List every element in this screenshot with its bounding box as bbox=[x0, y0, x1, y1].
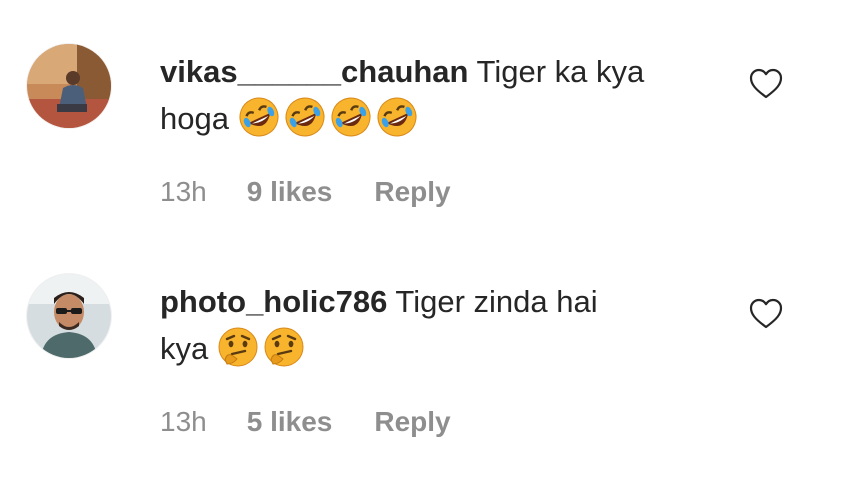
reply-button[interactable]: Reply bbox=[374, 406, 450, 438]
heart-outline-icon[interactable] bbox=[749, 298, 783, 330]
comment-likes-count[interactable]: 5 likes bbox=[247, 406, 333, 438]
comment-text-line1: Tiger ka kya bbox=[468, 54, 645, 89]
comment-item: photo_holic786 Tiger zinda hai kya 13h 5 … bbox=[0, 230, 850, 460]
comment-text-line2: hoga bbox=[160, 101, 238, 136]
comment-likes-count[interactable]: 9 likes bbox=[247, 176, 333, 208]
comment-item: vikas______chauhan Tiger ka kya hoga 13h… bbox=[0, 0, 850, 230]
comment-meta: 13h 9 likes Reply bbox=[160, 176, 451, 208]
avatar-photo bbox=[27, 44, 111, 128]
comment-username[interactable]: vikas______chauhan bbox=[160, 54, 469, 89]
rolling-on-floor-laughing-emoji bbox=[238, 96, 280, 138]
avatar[interactable] bbox=[27, 44, 111, 128]
rolling-on-floor-laughing-emoji bbox=[330, 96, 372, 138]
comment-text-line1: Tiger zinda hai bbox=[387, 284, 598, 319]
rolling-on-floor-laughing-emoji bbox=[376, 96, 418, 138]
heart-outline-icon[interactable] bbox=[749, 68, 783, 100]
comment-text: photo_holic786 Tiger zinda hai kya bbox=[160, 278, 720, 372]
comment-timestamp: 13h bbox=[160, 406, 207, 437]
comment-username[interactable]: photo_holic786 bbox=[160, 284, 387, 319]
thinking-face-emoji bbox=[263, 326, 305, 368]
avatar[interactable] bbox=[27, 274, 111, 358]
comment-timestamp: 13h bbox=[160, 176, 207, 207]
thinking-face-emoji bbox=[217, 326, 259, 368]
comment-meta: 13h 5 likes Reply bbox=[160, 406, 451, 438]
rolling-on-floor-laughing-emoji bbox=[284, 96, 326, 138]
comment-text-line2: kya bbox=[160, 331, 217, 366]
reply-button[interactable]: Reply bbox=[374, 176, 450, 208]
comment-text: vikas______chauhan Tiger ka kya hoga bbox=[160, 48, 720, 142]
avatar-photo bbox=[27, 274, 111, 358]
